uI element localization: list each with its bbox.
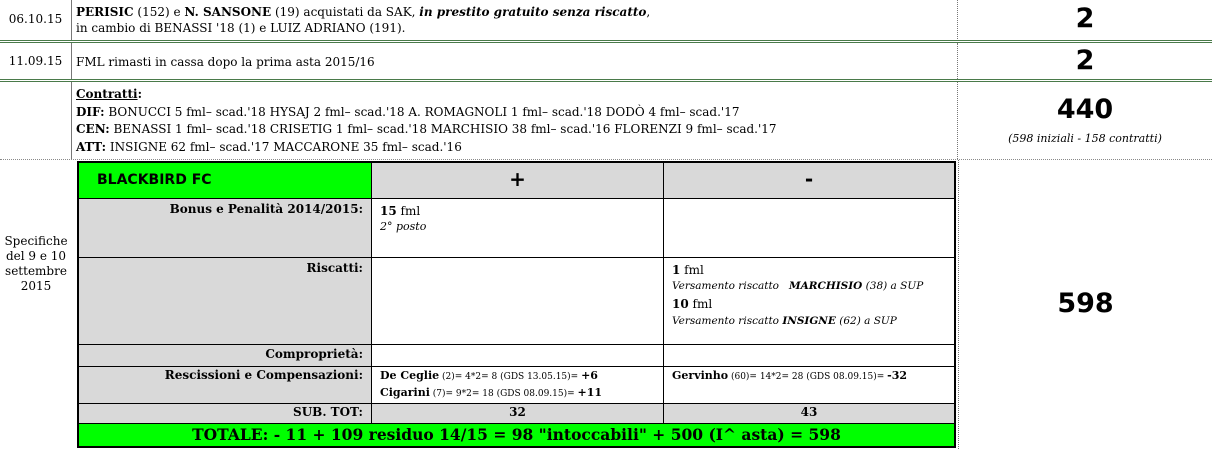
riscatti-label-cell: Riscatti: [79, 258, 372, 345]
subtot-minus-cell: 43 [664, 404, 954, 424]
plus-header: + [372, 163, 664, 199]
team-header: BLACKBIRD FC [79, 163, 372, 199]
riscatti-plus-cell [372, 258, 664, 345]
contracts-value: 440 [1056, 94, 1114, 125]
row-value: 2 [1075, 3, 1095, 34]
subtot-plus-cell: 32 [372, 404, 664, 424]
bonus-plus-cell: 15 fml 2° posto [372, 199, 664, 258]
riscatti-minus-cell: 1 fml Versamento riscatto MARCHISIO (38)… [664, 258, 954, 345]
rescissioni-plus-cell: De Ceglie (2)= 4*2= 8 (GDS 13.05.15)= +6… [372, 367, 664, 404]
comproprieta-plus-cell [372, 345, 664, 367]
balance-table: BLACKBIRD FC + - Bonus e Penalità 2014/2… [77, 161, 956, 448]
specs-value: 598 [1057, 288, 1114, 319]
totale-cell: TOTALE: - 11 + 109 residuo 14/15 = 98 "i… [79, 424, 954, 446]
row-date: 11.09.15 [8, 54, 63, 68]
rescissioni-minus-cell: Gervinho (60)= 14*2= 28 (GDS 08.09.15)= … [664, 367, 954, 404]
bonus-label-cell: Bonus e Penalità 2014/2015: [79, 199, 372, 258]
row-description: PERISIC (152) e N. SANSONE (19) acquista… [76, 5, 651, 35]
bonus-minus-cell [664, 199, 954, 258]
rescissioni-label-cell: Rescissioni e Compensazioni: [79, 367, 372, 404]
specs-date-label: Specifiche del 9 e 10 settembre 2015 [4, 234, 68, 293]
subtot-label-cell: SUB. TOT: [79, 404, 372, 424]
row-value: 2 [1075, 45, 1095, 76]
row-date: 06.10.15 [8, 12, 63, 26]
ledger-row-1109: 11.09.15 FML rimasti in cassa dopo la pr… [0, 43, 1212, 79]
contracts-note: (598 iniziali - 158 contratti) [1008, 132, 1162, 145]
ledger-row-contracts: Contratti: DIF: BONUCCI 5 fml– scad.'18 … [0, 82, 1212, 159]
comproprieta-label-cell: Comproprietà: [79, 345, 372, 367]
contracts-text: Contratti: DIF: BONUCCI 5 fml– scad.'18 … [76, 87, 777, 154]
minus-header: - [664, 163, 954, 199]
ledger-row-0610: 06.10.15 PERISIC (152) e N. SANSONE (19)… [0, 0, 1212, 41]
row-description: FML rimasti in cassa dopo la prima asta … [76, 55, 375, 69]
comproprieta-minus-cell [664, 345, 954, 367]
